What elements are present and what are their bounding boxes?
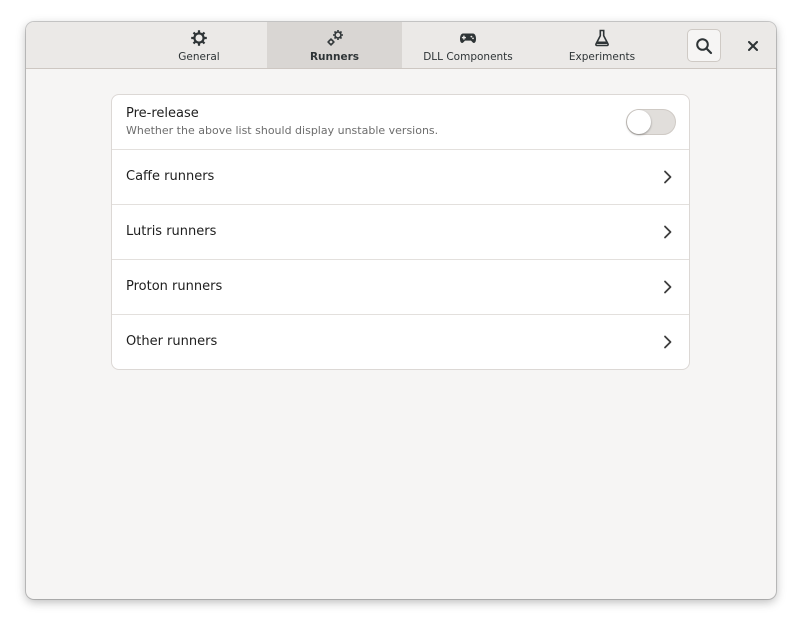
prerelease-row: Pre-release Whether the above list shoul…	[112, 95, 689, 150]
preferences-window: General Runners DLL Components Experimen…	[26, 22, 776, 599]
search-icon	[696, 37, 713, 54]
tab-general-label: General	[178, 51, 220, 63]
search-button[interactable]	[687, 29, 721, 62]
runners-list: Pre-release Whether the above list shoul…	[111, 94, 690, 370]
chevron-right-icon	[664, 335, 672, 349]
prerelease-subtitle: Whether the above list should display un…	[126, 124, 439, 137]
prerelease-title: Pre-release	[126, 106, 199, 121]
tab-dll-components-label: DLL Components	[423, 51, 513, 63]
caffe-runners-row[interactable]: Caffe runners	[112, 150, 689, 205]
toggle-knob	[627, 110, 651, 134]
tab-runners[interactable]: Runners	[267, 22, 402, 68]
chevron-right-icon	[664, 170, 672, 184]
proton-runners-label: Proton runners	[126, 279, 223, 294]
caffe-runners-label: Caffe runners	[126, 169, 215, 184]
tab-dll-components[interactable]: DLL Components	[410, 22, 526, 68]
flask-icon	[595, 29, 609, 47]
tab-general[interactable]: General	[146, 22, 252, 68]
close-icon	[748, 41, 758, 51]
gears-icon	[326, 30, 343, 46]
headerbar: General Runners DLL Components Experimen…	[26, 22, 776, 69]
proton-runners-row[interactable]: Proton runners	[112, 260, 689, 315]
gamepad-icon	[460, 33, 476, 43]
other-runners-label: Other runners	[126, 334, 218, 349]
tab-experiments[interactable]: Experiments	[554, 22, 650, 68]
tab-experiments-label: Experiments	[568, 51, 636, 63]
chevron-right-icon	[664, 280, 672, 294]
lutris-runners-row[interactable]: Lutris runners	[112, 205, 689, 260]
gear-icon	[191, 30, 207, 46]
chevron-right-icon	[664, 225, 672, 239]
other-runners-row[interactable]: Other runners	[112, 315, 689, 369]
prerelease-toggle[interactable]	[626, 109, 676, 135]
lutris-runners-label: Lutris runners	[126, 224, 217, 239]
close-button[interactable]	[739, 34, 767, 58]
tab-runners-label: Runners	[309, 51, 360, 63]
